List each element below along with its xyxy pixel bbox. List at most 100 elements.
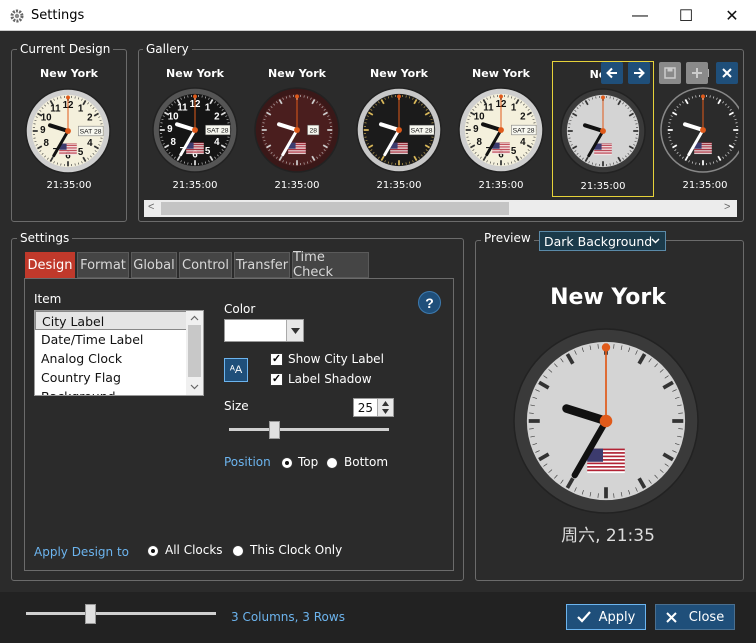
scroll-right-arrow[interactable]: > [724,201,730,213]
gallery-clock-city: New York [268,67,326,80]
close-window-button[interactable]: ✕ [709,0,755,31]
show-city-label-text: Show City Label [288,352,384,366]
gallery-analog-clock: 123456789101112SAT28 [152,87,238,173]
font-button[interactable]: ᴬA [224,358,248,382]
scroll-left-arrow[interactable]: < [148,201,154,213]
list-item-city-label[interactable]: City Label [35,311,203,330]
position-bottom-radio[interactable] [326,457,338,469]
size-stepper-up[interactable] [377,399,393,408]
this-clock-only-label: This Clock Only [250,543,343,557]
gallery-item[interactable]: New York 123456789101112SAT28 21:35:00 [453,62,549,196]
background-select-value: Dark Background [544,234,653,249]
save-design-button[interactable] [659,62,681,84]
calendar-date: 28 [309,127,317,134]
size-stepper-down[interactable] [377,408,393,416]
flag-stripe [390,149,408,150]
clock-hour-number: 2 [87,113,93,124]
chevron-down-icon [651,238,660,244]
flag-stripe [587,469,625,472]
gallery-item[interactable]: New York SAT 28 21:35:00 [351,62,447,196]
flag-stripe [694,153,712,155]
move-right-button[interactable] [628,62,650,84]
listbox-scrollbar[interactable] [186,311,203,395]
flag-stripe [694,151,712,153]
list-item-country-flag[interactable]: Country Flag [35,368,203,387]
clock-hour-number: 8 [170,137,176,148]
size-slider[interactable] [229,421,389,439]
position-top-radio[interactable] [281,457,293,469]
second-hand-tip [701,94,705,99]
calendar-day-name: SAT [80,128,93,135]
flag-stripe [186,151,204,153]
listbox-scroll-thumb[interactable] [188,325,201,377]
tab-global[interactable]: Global [131,252,177,278]
flag-stripe [288,150,306,152]
flag-stripe [288,153,306,155]
color-dropdown-button[interactable] [286,320,303,341]
minimize-button[interactable]: — [617,0,663,31]
clock-hour-number: 4 [520,137,526,148]
tab-transfer[interactable]: Transfer [234,252,290,278]
flag-stripe [59,151,77,153]
center-cap [65,128,71,134]
flag-stripe [492,152,510,154]
flag-stripe [594,154,612,156]
show-city-label-checkbox[interactable]: ✓ [270,353,283,366]
scrollbar-thumb[interactable] [161,202,509,215]
color-picker[interactable] [224,319,304,342]
tab-time-check[interactable]: Time Check [292,250,369,280]
move-left-button[interactable] [601,62,623,84]
position-top-label: Top [298,455,319,469]
size-stepper[interactable]: 25 [353,398,394,417]
gallery-item[interactable]: New York 28 21:35:00 [249,62,345,196]
clock-hour-number: 2 [214,112,220,123]
list-item-background[interactable]: Background [35,387,203,395]
flag-stripe [288,149,306,150]
all-clocks-radio[interactable] [147,545,159,557]
plus-icon [692,68,702,78]
layout-slider[interactable] [26,604,216,624]
clock-hour-number: 8 [43,138,49,149]
tab-design[interactable]: Design [25,252,75,278]
delete-design-button[interactable] [716,62,738,84]
clock-hour-number: 11 [50,103,61,114]
apply-button-label: Apply [598,609,636,625]
list-item-datetime-label[interactable]: Date/Time Label [35,330,203,349]
tab-format[interactable]: Format [77,252,129,278]
size-value[interactable]: 25 [358,401,373,415]
flag-stripe [186,149,204,151]
gallery-clock-time: 21:35:00 [172,180,218,191]
second-hand-tip [193,94,197,99]
maximize-button[interactable]: ☐ [663,0,709,31]
layout-slider-track [26,612,216,615]
clock-hour-number: 9 [40,125,46,136]
clock-hour-number: 9 [167,124,173,135]
this-clock-only-radio[interactable] [232,545,244,557]
label-shadow-checkbox[interactable]: ✓ [270,373,283,386]
gallery-clock-time: 21:35:00 [478,180,524,191]
center-cap [192,127,198,133]
background-select[interactable]: Dark Background [539,231,666,251]
calendar-date: 28 [221,127,229,134]
list-item-analog-clock[interactable]: Analog Clock [35,349,203,368]
flag-stripe [492,149,510,151]
flag-stripe [186,153,204,155]
center-cap [396,127,402,133]
size-slider-thumb[interactable] [269,421,281,439]
flag-stripe [59,150,77,151]
item-listbox[interactable]: City Label Date/Time Label Analog Clock … [34,310,204,396]
gallery-item[interactable]: New York 123456789101112SAT28 21:35:00 [147,62,243,196]
close-button[interactable]: Close [655,604,735,630]
chevron-up-icon [382,401,389,406]
apply-button[interactable]: Apply [566,604,646,630]
gallery-analog-clock: 28 [254,87,340,173]
tab-control[interactable]: Control [179,252,232,278]
clock-hour-number: 8 [476,137,482,148]
layout-slider-thumb[interactable] [85,604,97,624]
font-icon: ᴬA [229,364,243,376]
help-button[interactable]: ? [418,291,441,314]
add-design-button[interactable] [686,62,708,84]
center-cap [599,414,613,428]
gallery-scrollbar[interactable]: < > [144,200,737,217]
gallery-clock-time: 21:35:00 [274,180,320,191]
